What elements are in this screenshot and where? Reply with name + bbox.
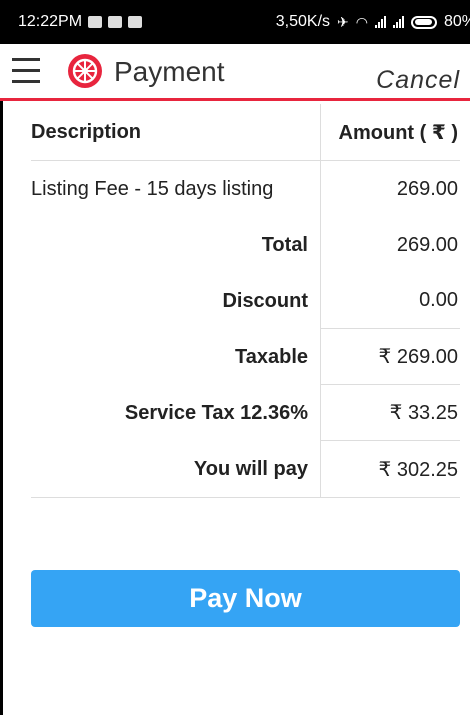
data-saver-icon: ✈ bbox=[337, 13, 349, 30]
status-time: 12:22PM bbox=[18, 13, 83, 30]
page-title: Payment bbox=[114, 56, 225, 87]
row-label: Discount bbox=[222, 289, 308, 312]
status-right: 3,50K/s ✈ ◠ 80% bbox=[276, 13, 470, 31]
row-value: 0.00 bbox=[320, 273, 460, 329]
row-value: 269.00 bbox=[320, 161, 460, 217]
signal-icon bbox=[374, 16, 386, 28]
table-row: Listing Fee - 15 days listing 269.00 bbox=[31, 161, 460, 217]
row-value: ₹ 302.25 bbox=[320, 441, 460, 497]
pay-now-button[interactable]: Pay Now bbox=[31, 570, 460, 627]
row-label: Listing Fee - 15 days listing bbox=[31, 177, 274, 200]
payment-table: Description Amount ( ₹ ) Listing Fee - 1… bbox=[31, 104, 460, 498]
row-label: Total bbox=[261, 233, 308, 256]
notification-icon bbox=[88, 16, 103, 28]
shop-bag-icon-2 bbox=[128, 16, 143, 28]
row-value: ₹ 33.25 bbox=[320, 385, 460, 441]
table-header: Description Amount ( ₹ ) bbox=[31, 104, 460, 161]
table-row: Total 269.00 bbox=[31, 217, 460, 273]
shop-bag-icon bbox=[108, 16, 123, 28]
header-amount: Amount ( ₹ ) bbox=[320, 104, 460, 160]
screen-edge bbox=[0, 44, 3, 715]
wifi-icon: ◠ bbox=[355, 13, 368, 30]
row-label: You will pay bbox=[193, 457, 308, 480]
table-row: Discount 0.00 bbox=[31, 273, 460, 329]
battery-level: 80% bbox=[443, 13, 470, 30]
cancel-button[interactable]: Cancel bbox=[376, 66, 460, 95]
header-description: Description bbox=[31, 120, 142, 143]
status-left: 12:22PM bbox=[18, 13, 143, 31]
table-row: Taxable ₹ 269.00 bbox=[31, 329, 460, 385]
app-bar: Payment Cancel bbox=[0, 44, 470, 101]
battery-icon bbox=[410, 15, 437, 29]
menu-icon[interactable] bbox=[12, 58, 40, 84]
row-label: Taxable bbox=[235, 345, 308, 368]
row-value: 269.00 bbox=[320, 217, 460, 273]
table-row: Service Tax 12.36% ₹ 33.25 bbox=[31, 385, 460, 441]
table-row: You will pay ₹ 302.25 bbox=[31, 441, 460, 498]
wheel-logo-icon bbox=[68, 54, 102, 88]
row-value: ₹ 269.00 bbox=[320, 329, 460, 385]
signal-icon-2 bbox=[392, 16, 404, 28]
row-label: Service Tax 12.36% bbox=[124, 401, 308, 424]
status-bar: 12:22PM 3,50K/s ✈ ◠ 80% bbox=[0, 0, 470, 44]
network-speed: 3,50K/s bbox=[275, 13, 331, 30]
